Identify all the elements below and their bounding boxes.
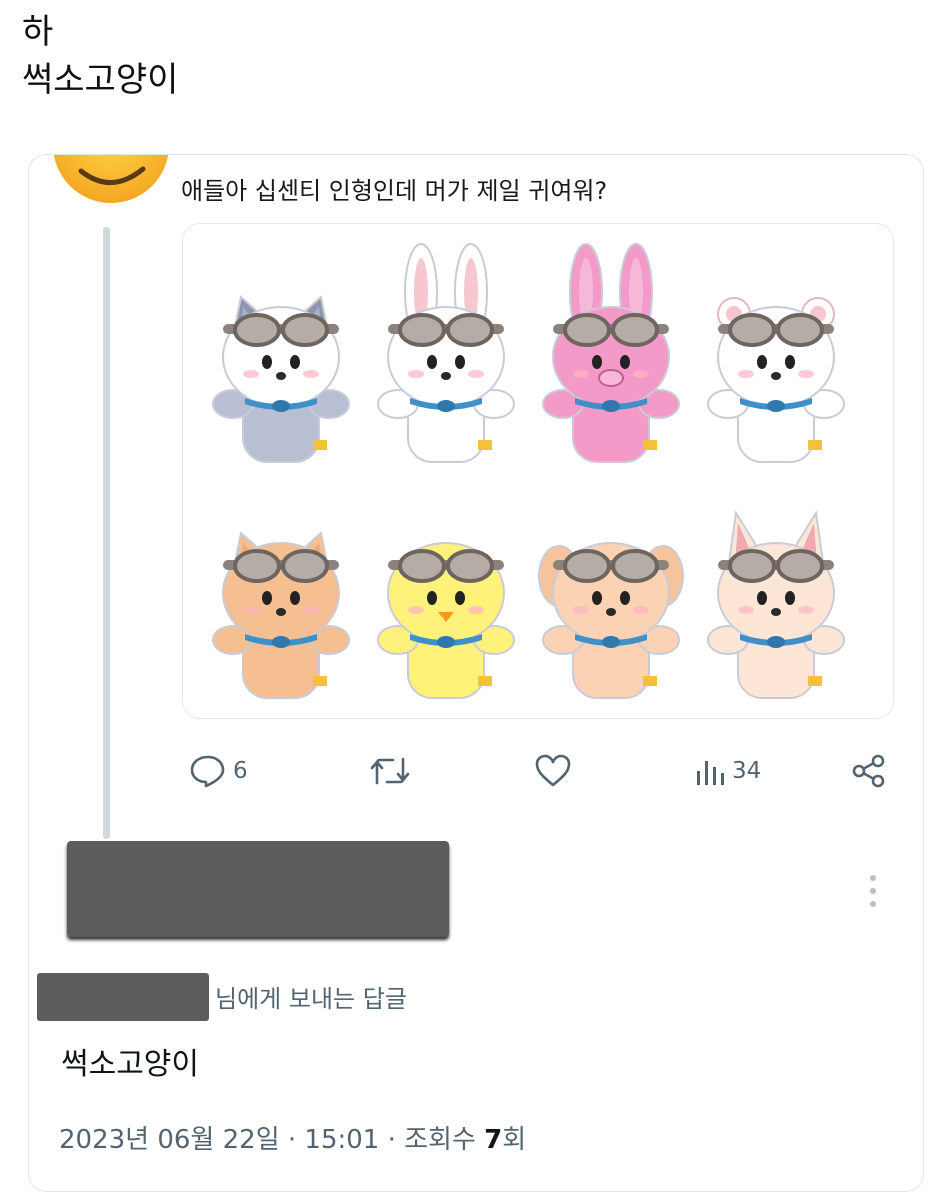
plush-peach-puppy (538, 542, 684, 699)
plush-fox (707, 510, 845, 699)
tweet-card: 애들아 십센티 인형인데 머가 제일 귀여워? 6 34 님에게 보내는 답글 … (28, 154, 924, 1192)
tweet-text: 애들아 십센티 인형인데 머가 제일 귀여워? (181, 177, 608, 205)
view-count: 34 (732, 758, 762, 784)
plush-gray-wolf (212, 295, 350, 463)
retweet-button[interactable] (369, 751, 411, 791)
like-button[interactable] (534, 751, 572, 791)
share-icon (852, 754, 885, 788)
plush-orange-quokka (212, 531, 350, 699)
replying-to-label: 님에게 보내는 답글 (215, 985, 407, 1013)
heart-icon (535, 754, 571, 787)
caption-line-2: 썩소고양이 (22, 60, 179, 100)
retweet-icon (370, 757, 410, 785)
reply-icon (190, 755, 225, 788)
more-options-icon[interactable] (867, 871, 879, 911)
action-bar: 6 34 (189, 751, 889, 791)
caption-line-1: 하 (22, 12, 54, 52)
plush-white-rabbit (377, 243, 515, 463)
tweet-meta: 2023년 06월 22일 · 15:01 · 조회수 7회 (59, 1119, 526, 1156)
redacted-display-name (67, 841, 449, 937)
share-button[interactable] (851, 751, 887, 791)
analytics-icon (697, 761, 724, 785)
tweet-media-image[interactable] (182, 223, 894, 719)
plush-pink-rabbit (542, 243, 680, 463)
reply-button[interactable]: 6 (189, 751, 248, 791)
meta-datetime: 2023년 06월 22일 · 15:01 · 조회수 (59, 1125, 485, 1155)
meta-view-suffix: 회 (502, 1125, 527, 1155)
meta-view-count: 7 (484, 1125, 503, 1155)
redacted-handle (37, 973, 209, 1021)
plush-white-cat (707, 297, 845, 463)
reply-text: 썩소고양이 (61, 1047, 199, 1082)
smirk-emoji-avatar-icon[interactable] (51, 154, 171, 215)
top-caption: 하 썩소고양이 (22, 8, 178, 104)
plush-image-grid (212, 243, 845, 699)
thread-line (103, 227, 110, 839)
reply-count: 6 (233, 758, 248, 784)
views-button[interactable]: 34 (694, 751, 761, 791)
plush-yellow-chick (377, 542, 515, 699)
